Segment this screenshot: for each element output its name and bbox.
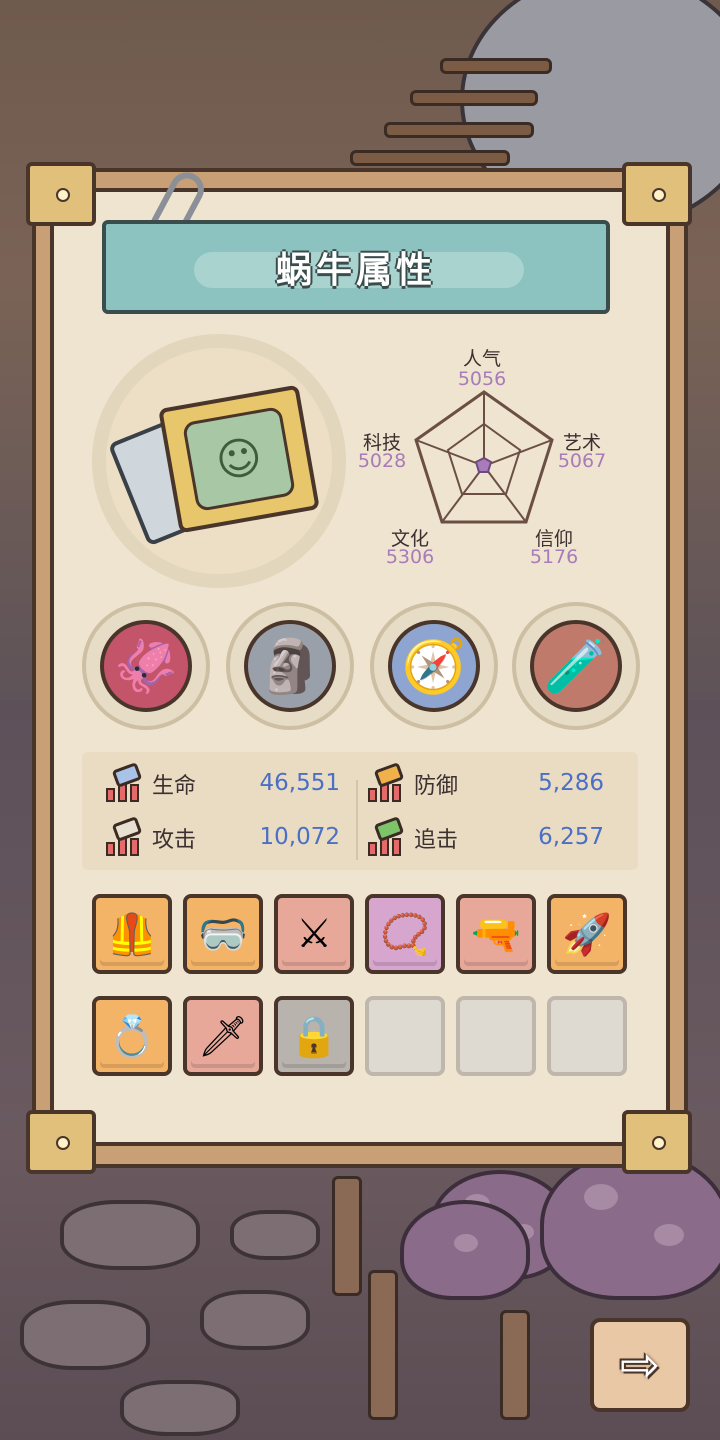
- right-arrow-icon: ⇨: [619, 1337, 661, 1393]
- radar-data-polygon: [474, 456, 493, 473]
- relic-stone-head[interactable]: 🗿: [226, 602, 354, 730]
- potion-crate-icon: 🧪: [530, 620, 622, 712]
- equip-slot-dagger[interactable]: 🗡: [183, 996, 263, 1076]
- equip-slot-blaster[interactable]: 🔫: [456, 894, 536, 974]
- radar-value-popularity: 5056: [457, 368, 507, 390]
- equip-slot-empty[interactable]: [547, 996, 627, 1076]
- radar-value-culture: 5306: [385, 546, 435, 568]
- equip-slot-goggles[interactable]: 🥽: [183, 894, 263, 974]
- stat-chase-value: 6,257: [538, 824, 604, 850]
- radar-value-tech: 5028: [357, 450, 407, 472]
- equip-slot-empty[interactable]: [365, 996, 445, 1076]
- equip-slot-necklace[interactable]: 📿: [365, 894, 445, 974]
- attack-icon: [104, 816, 148, 858]
- chase-icon: [366, 816, 410, 858]
- stat-chase: 追击: [366, 816, 459, 858]
- stat-defense-label: 防御: [414, 774, 459, 799]
- radar-label-popularity: 人气: [462, 348, 501, 370]
- stat-attack: 攻击: [104, 816, 197, 858]
- hp-icon: [104, 762, 148, 804]
- corner-bracket-bottom-left: [26, 1110, 96, 1174]
- relic-potion-crate[interactable]: 🧪: [512, 602, 640, 730]
- page-title: 蜗牛属性: [275, 250, 436, 291]
- equip-slot-rocket[interactable]: 🚀: [547, 894, 627, 974]
- relic-compass[interactable]: 🧭: [370, 602, 498, 730]
- stat-chase-label: 追击: [414, 828, 459, 853]
- stat-hp: 生命: [104, 762, 197, 804]
- attribute-radar-chart: [414, 390, 554, 524]
- equip-slot-ring[interactable]: 💍: [92, 996, 172, 1076]
- corner-bracket-bottom-right: [622, 1110, 692, 1174]
- character-portrait[interactable]: ☺: [158, 384, 320, 534]
- stat-attack-label: 攻击: [152, 828, 197, 853]
- next-button[interactable]: ⇨: [590, 1318, 690, 1412]
- stat-defense-value: 5,286: [538, 770, 604, 796]
- stat-attack-value: 10,072: [259, 824, 340, 850]
- defense-icon: [366, 762, 410, 804]
- compass-icon: 🧭: [388, 620, 480, 712]
- corner-bracket-top-left: [26, 162, 96, 226]
- equip-slot-vest[interactable]: 🦺: [92, 894, 172, 974]
- tentacle-icon: 🦑: [100, 620, 192, 712]
- equip-slot-locked[interactable]: 🔒: [274, 996, 354, 1076]
- stat-hp-value: 46,551: [259, 770, 340, 796]
- corner-bracket-top-right: [622, 162, 692, 226]
- equip-slot-empty[interactable]: [456, 996, 536, 1076]
- character-face-icon: ☺: [181, 406, 297, 512]
- stat-hp-label: 生命: [152, 774, 197, 799]
- stat-defense: 防御: [366, 762, 459, 804]
- stone-head-icon: 🗿: [244, 620, 336, 712]
- radar-value-faith: 5176: [529, 546, 579, 568]
- equip-slot-swords[interactable]: ⚔: [274, 894, 354, 974]
- relic-tentacle[interactable]: 🦑: [82, 602, 210, 730]
- radar-value-art: 5067: [557, 450, 607, 472]
